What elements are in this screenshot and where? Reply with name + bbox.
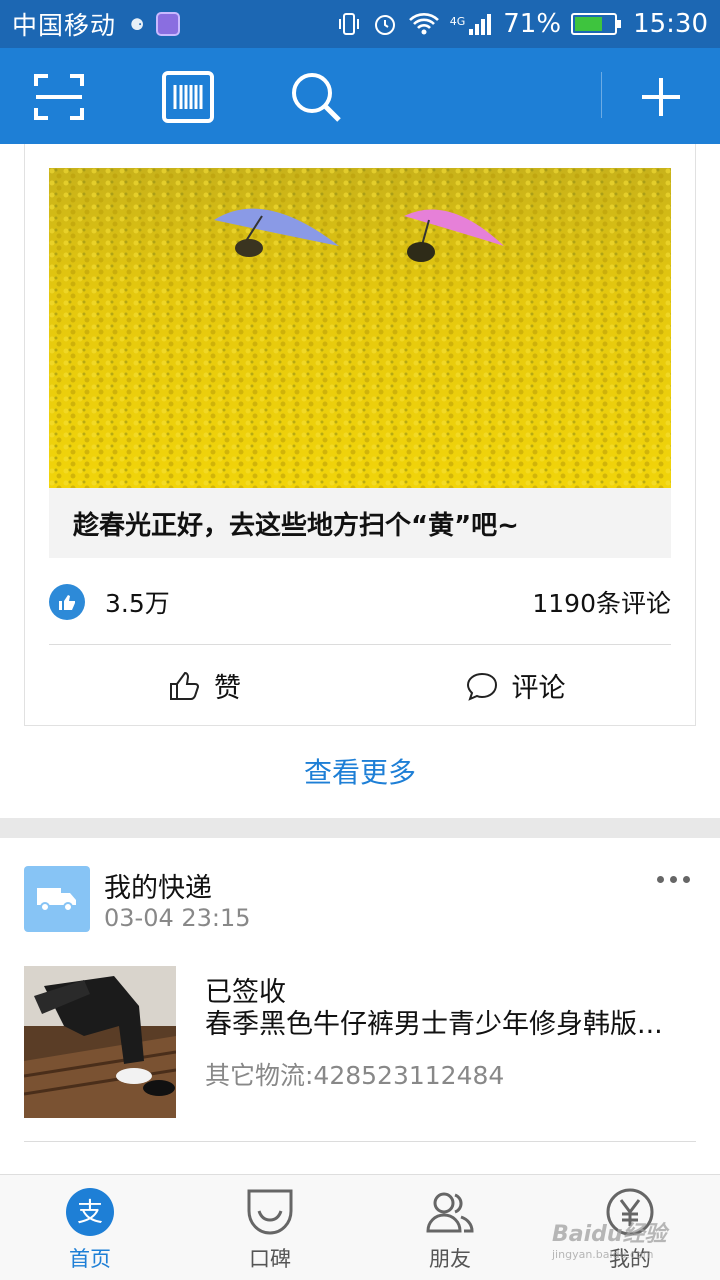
tab-home-label: 首页 <box>69 1247 111 1271</box>
toolbar-divider <box>601 72 602 118</box>
top-toolbar <box>0 48 720 144</box>
comment-button[interactable]: 评论 <box>360 645 671 726</box>
like-count: 3.5万 <box>105 589 170 618</box>
scan-icon <box>34 74 84 120</box>
status-bar: 中国移动 ⚈ 4G 71% 15:30 <box>0 0 720 48</box>
comment-bubble-icon <box>466 672 497 701</box>
search-button[interactable] <box>289 70 343 124</box>
jeans-photo <box>24 966 176 1118</box>
clock: 15:30 <box>633 9 708 39</box>
express-app-icon <box>24 866 90 932</box>
wifi-icon <box>408 13 439 35</box>
article-title[interactable]: 趁春光正好，去这些地方扫个“黄”吧~ <box>49 488 671 558</box>
gallery-notification-icon <box>156 12 181 36</box>
friends-icon <box>425 1187 475 1237</box>
battery-percent: 71% <box>503 9 562 39</box>
product-description[interactable]: 春季黑色牛仔裤男士青少年修身韩版... <box>205 1002 685 1041</box>
alarm-icon <box>374 15 395 35</box>
barcode-button[interactable] <box>161 70 215 124</box>
thumbs-up-outline-icon <box>170 671 200 700</box>
product-thumbnail[interactable] <box>24 966 176 1118</box>
more-options-icon[interactable] <box>657 876 690 883</box>
battery-icon <box>571 13 622 35</box>
plus-icon <box>642 78 680 116</box>
signal-icon <box>469 14 492 35</box>
express-time: 03-04 23:15 <box>104 904 251 932</box>
search-icon <box>292 73 341 122</box>
tab-friends-label: 朋友 <box>429 1247 471 1271</box>
carrier-label: 中国移动 <box>12 11 117 40</box>
like-count-badge <box>49 584 85 620</box>
tab-home[interactable]: 支 首页 <box>0 1175 180 1280</box>
tab-koubei-label: 口碑 <box>249 1247 291 1271</box>
express-title: 我的快递 <box>104 873 212 904</box>
like-label: 赞 <box>214 673 241 704</box>
express-divider <box>24 1141 696 1142</box>
baidu-watermark: Baidu经验 jingyan.baidu.com <box>552 1216 667 1261</box>
comment-count[interactable]: 1190条评论 <box>532 584 671 620</box>
koubei-icon <box>245 1187 295 1237</box>
article-stats: 3.5万 1190条评论 <box>49 582 671 622</box>
network-type: 4G <box>449 15 466 28</box>
feed-card[interactable]: 趁春光正好，去这些地方扫个“黄”吧~ 3.5万 1190条评论 赞 评论 <box>24 144 696 726</box>
vibrate-icon <box>338 13 359 35</box>
express-card[interactable]: 我的快递 03-04 23:15 已签收 春季黑色牛仔裤男士青少年修身韩版...… <box>0 838 720 1174</box>
truck-icon <box>37 888 76 912</box>
status-right: 4G 71% 15:30 <box>336 9 708 39</box>
add-button[interactable] <box>634 70 688 124</box>
tab-koubei[interactable]: 口碑 <box>180 1175 360 1280</box>
see-more-link[interactable]: 查看更多 <box>0 748 720 798</box>
barcode-icon <box>162 71 214 123</box>
section-gap <box>0 818 720 838</box>
flower-field-image <box>49 168 671 488</box>
scan-button[interactable] <box>32 70 86 124</box>
watermark-text: Baidu经验 <box>552 1222 667 1247</box>
notification-icon: ⚈ <box>130 14 145 34</box>
tab-friends[interactable]: 朋友 <box>360 1175 540 1280</box>
article-photo[interactable] <box>49 168 671 488</box>
like-button[interactable]: 赞 <box>49 645 360 726</box>
alipay-icon: 支 <box>65 1187 115 1237</box>
comment-label: 评论 <box>511 673 566 704</box>
tracking-number: 其它物流:428523112484 <box>205 1061 505 1090</box>
svg-text:支: 支 <box>77 1198 103 1228</box>
watermark-sub: jingyan.baidu.com <box>552 1248 654 1261</box>
thumbs-up-icon <box>59 595 75 610</box>
card-actions: 赞 评论 <box>49 645 671 726</box>
